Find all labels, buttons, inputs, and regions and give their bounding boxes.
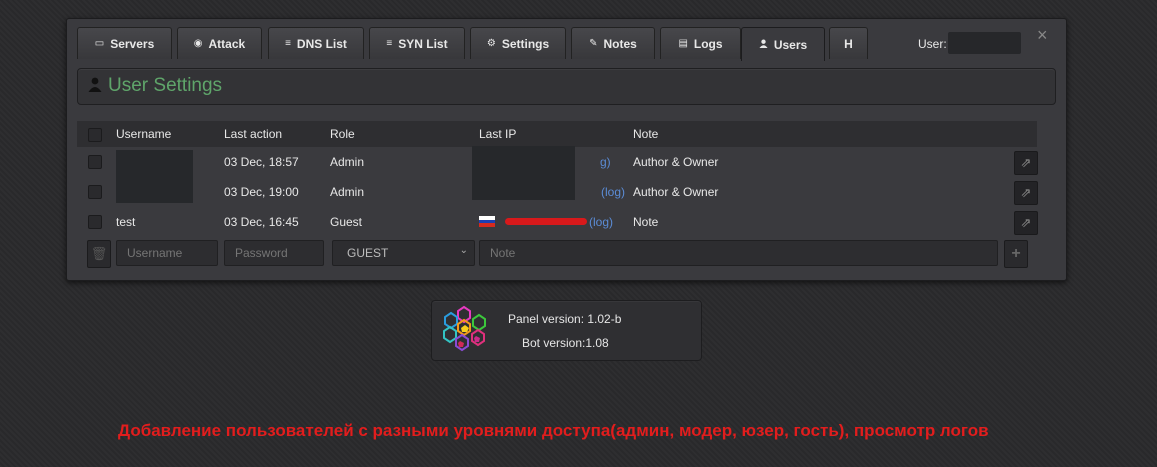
section-header: User Settings — [77, 68, 1056, 105]
role-select[interactable]: GUEST ⌄ — [332, 240, 475, 266]
bot-version: Bot version:1.08 — [522, 336, 609, 350]
col-last-ip: Last IP — [479, 127, 517, 141]
note-input[interactable] — [479, 240, 998, 266]
tab-dns-list[interactable]: ≡ DNS List — [268, 27, 364, 59]
table-row: test 03 Dec, 16:45 Guest (log) Note ⇗ — [77, 207, 1038, 237]
panel-version: Panel version: 1.02-b — [508, 312, 622, 326]
last-action: 03 Dec, 16:45 — [224, 215, 299, 229]
tab-h[interactable]: H — [829, 27, 868, 59]
dashboard-icon: ◉ — [193, 38, 203, 49]
col-username: Username — [116, 127, 172, 141]
user-icon — [88, 77, 102, 97]
tab-users[interactable]: Users — [741, 27, 825, 61]
table-row: 03 Dec, 18:57 Admin g) Author & Owner ⇗ — [77, 147, 1038, 177]
last-action: 03 Dec, 19:00 — [224, 185, 299, 199]
role-select-value: GUEST — [347, 246, 389, 260]
tab-notes[interactable]: ✎ Notes — [571, 27, 655, 59]
col-role: Role — [330, 127, 355, 141]
edit-user-button[interactable]: ⇗ — [1014, 181, 1038, 205]
password-input[interactable] — [224, 240, 324, 266]
edit-icon: ✎ — [589, 38, 598, 49]
logo-icon — [443, 305, 486, 352]
cogs-icon: ⚙ — [486, 38, 496, 49]
list-icon: ≡ — [285, 38, 291, 49]
select-all-checkbox[interactable] — [88, 128, 102, 142]
note: Author & Owner — [633, 155, 719, 169]
role: Admin — [330, 185, 365, 199]
row-checkbox[interactable] — [88, 155, 102, 169]
close-icon[interactable]: × — [1037, 25, 1048, 46]
table-row: 03 Dec, 19:00 Admin (log) Author & Owner… — [77, 177, 1038, 207]
caption-text: Добавление пользователей с разными уровн… — [118, 421, 989, 440]
redacted-ip-scribble — [505, 218, 587, 225]
users-table-header: Username Last action Role Last IP Note — [77, 121, 1037, 147]
version-info: Panel version: 1.02-b Bot version:1.08 — [431, 300, 702, 361]
russia-flag-icon — [479, 216, 495, 227]
add-user-button[interactable]: + — [1004, 240, 1028, 268]
tab-logs[interactable]: ▤ Logs — [660, 27, 741, 59]
file-icon: ▤ — [678, 38, 688, 49]
note: Author & Owner — [633, 185, 719, 199]
log-link[interactable]: g) — [600, 155, 611, 169]
edit-user-button[interactable]: ⇗ — [1014, 211, 1038, 235]
tab-attack[interactable]: ◉ Attack — [177, 27, 262, 59]
share-icon: ⇗ — [1020, 215, 1032, 230]
note: Note — [633, 215, 659, 229]
delete-selected-button[interactable]: 🗑 — [87, 240, 111, 268]
tab-syn-list[interactable]: ≡ SYN List — [369, 27, 465, 59]
username-input[interactable] — [116, 240, 218, 266]
list-icon: ≡ — [386, 38, 393, 49]
trash-icon: 🗑 — [90, 246, 108, 261]
server-icon: ▭ — [94, 38, 105, 49]
share-icon: ⇗ — [1020, 155, 1032, 170]
log-link[interactable]: (log) — [589, 215, 613, 229]
role: Admin — [330, 155, 365, 169]
current-user-value-redacted — [948, 32, 1021, 54]
username: test — [116, 215, 136, 229]
main-panel: ▭ Servers ◉ Attack ≡ DNS List ≡ SYN List… — [66, 18, 1067, 281]
role: Guest — [330, 215, 363, 229]
last-action: 03 Dec, 18:57 — [224, 155, 299, 169]
chevron-down-icon: ⌄ — [459, 245, 468, 256]
plus-icon: + — [1011, 245, 1021, 262]
current-user-label: User: — [918, 37, 947, 51]
tab-settings[interactable]: ⚙ Settings — [470, 27, 566, 59]
user-icon — [759, 39, 768, 51]
log-link[interactable]: (log) — [601, 185, 625, 199]
row-checkbox[interactable] — [88, 185, 102, 199]
edit-user-button[interactable]: ⇗ — [1014, 151, 1038, 175]
page-title: User Settings — [108, 75, 223, 96]
col-last-action: Last action — [224, 127, 283, 141]
add-user-form: 🗑 GUEST ⌄ + — [77, 240, 1037, 268]
tab-servers[interactable]: ▭ Servers — [77, 27, 172, 59]
share-icon: ⇗ — [1020, 185, 1032, 200]
col-note: Note — [633, 127, 659, 141]
row-checkbox[interactable] — [88, 215, 102, 229]
